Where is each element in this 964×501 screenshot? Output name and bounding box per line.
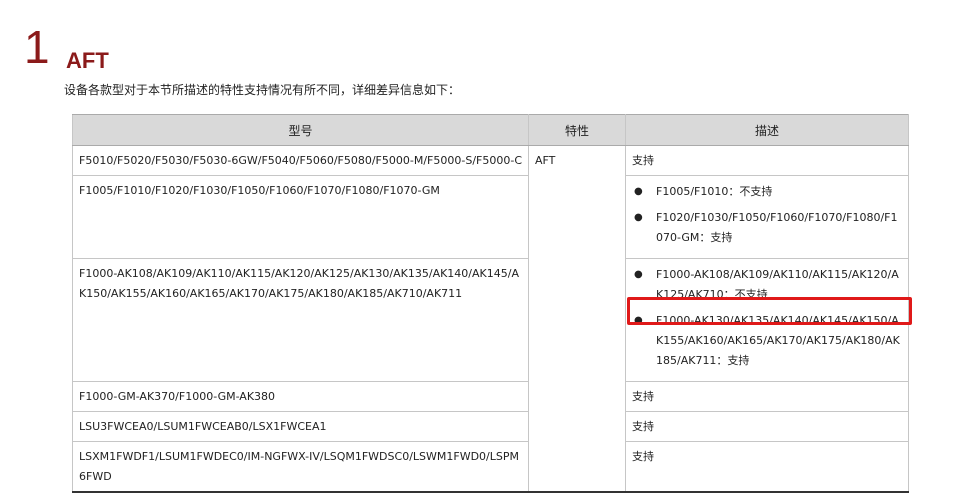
header-feature: 特性 <box>528 114 626 146</box>
model-cell: F1005/F1010/F1020/F1030/F1050/F1060/F107… <box>72 175 529 259</box>
list-item: ● F1020/F1030/F1050/F1060/F1070/F1080/F10… <box>632 208 902 248</box>
model-cell: F5010/F5020/F5030/F5030-6GW/F5040/F5060/… <box>72 145 529 176</box>
table-row: F1000-GM-AK370/F1000-GM-AK380 支持 <box>72 381 909 412</box>
table-row: F1005/F1010/F1020/F1030/F1050/F1060/F107… <box>72 175 909 259</box>
list-item: ● F1005/F1010：不支持 <box>632 182 902 202</box>
bullet-icon: ● <box>634 269 643 280</box>
bullet-icon: ● <box>634 212 643 223</box>
feature-cell: AFT <box>528 145 626 493</box>
section-number: 1 <box>24 21 50 73</box>
table-row: LSU3FWCEA0/LSUM1FWCEAB0/LSX1FWCEA1 支持 <box>72 411 909 442</box>
header-description: 描述 <box>625 114 909 146</box>
list-item-text: F1020/F1030/F1050/F1060/F1070/F1080/F107… <box>656 211 898 244</box>
section-title: AFT <box>66 48 109 73</box>
description-cell: ● F1005/F1010：不支持 ● F1020/F1030/F1050/F106… <box>625 175 909 259</box>
model-cell: LSU3FWCEA0/LSUM1FWCEAB0/LSX1FWCEA1 <box>72 411 529 442</box>
list-item-text: F1005/F1010：不支持 <box>656 185 773 198</box>
intro-text: 设备各款型对于本节所描述的特性支持情况有所不同，详细差异信息如下： <box>64 83 461 97</box>
description-cell: 支持 <box>625 411 909 442</box>
description-cell: 支持 <box>625 381 909 412</box>
table-header-row: 型号 特性 描述 <box>72 114 909 146</box>
header-model: 型号 <box>72 114 529 146</box>
model-cell: F1000-AK108/AK109/AK110/AK115/AK120/AK12… <box>72 258 529 382</box>
table-row: LSXM1FWDF1/LSUM1FWDEC0/IM-NGFWX-IV/LSQM1… <box>72 441 909 492</box>
description-cell: 支持 <box>625 441 909 492</box>
description-cell: 支持 <box>625 145 909 176</box>
model-cell: LSXM1FWDF1/LSUM1FWDEC0/IM-NGFWX-IV/LSQM1… <box>72 441 529 492</box>
bullet-icon: ● <box>634 186 643 197</box>
table-row: F5010/F5020/F5030/F5030-6GW/F5040/F5060/… <box>72 145 909 493</box>
highlight-annotation-box <box>627 297 912 325</box>
model-cell: F1000-GM-AK370/F1000-GM-AK380 <box>72 381 529 412</box>
